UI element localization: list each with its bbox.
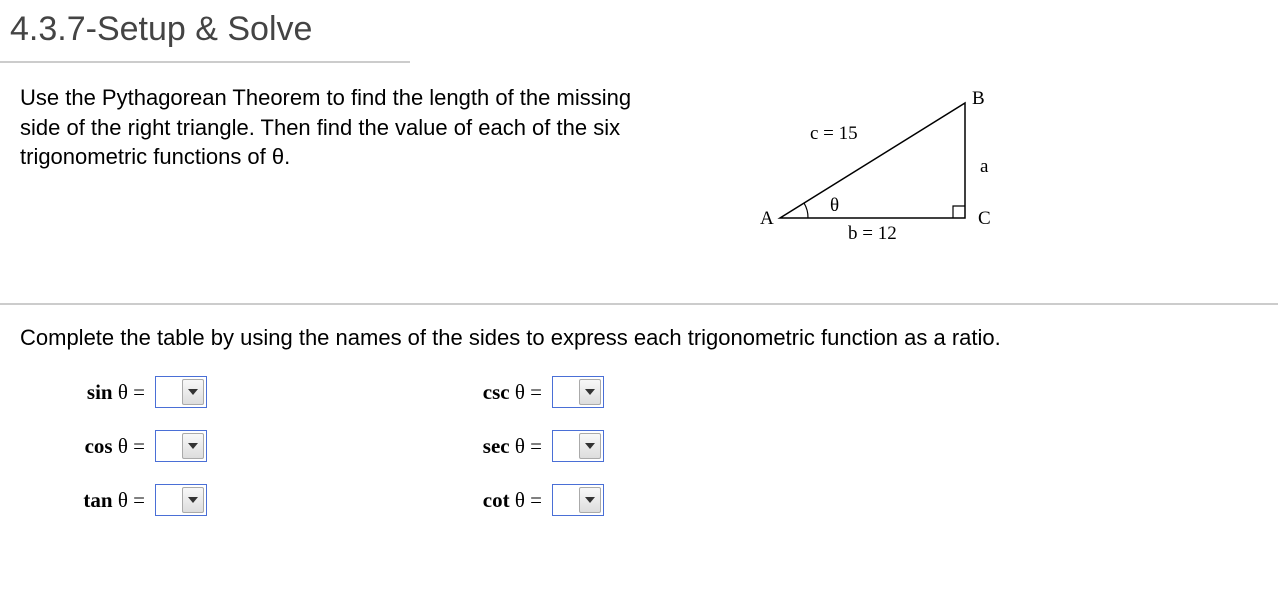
chevron-down-icon: [182, 379, 204, 405]
vertex-B-label: B: [972, 88, 985, 110]
sin-row: sin θ =: [70, 376, 207, 408]
cos-dropdown[interactable]: [155, 430, 207, 462]
triangle-diagram: B A C a b = 12 c = 15 θ: [750, 83, 1030, 263]
chevron-down-icon: [579, 379, 601, 405]
sec-dropdown[interactable]: [552, 430, 604, 462]
chevron-down-icon: [182, 433, 204, 459]
page-title: 4.3.7-Setup & Solve: [0, 0, 410, 63]
chevron-down-icon: [579, 487, 601, 513]
csc-label: csc θ =: [467, 380, 542, 405]
sin-dropdown[interactable]: [155, 376, 207, 408]
side-b-label: b = 12: [848, 223, 897, 245]
divider: [0, 303, 1278, 305]
chevron-down-icon: [182, 487, 204, 513]
problem-area: Use the Pythagorean Theorem to find the …: [0, 63, 1278, 293]
sec-row: sec θ =: [467, 430, 604, 462]
vertex-C-label: C: [978, 208, 991, 230]
chevron-down-icon: [579, 433, 601, 459]
problem-text: Use the Pythagorean Theorem to find the …: [20, 83, 660, 263]
sin-label: sin θ =: [70, 380, 145, 405]
trig-column-left: sin θ = cos θ = tan θ =: [70, 376, 207, 516]
cot-row: cot θ =: [467, 484, 604, 516]
trig-column-right: csc θ = sec θ = cot θ =: [467, 376, 604, 516]
cos-label: cos θ =: [70, 434, 145, 459]
cot-label: cot θ =: [467, 488, 542, 513]
sec-label: sec θ =: [467, 434, 542, 459]
cot-dropdown[interactable]: [552, 484, 604, 516]
side-a-label: a: [980, 156, 988, 178]
trig-table: sin θ = cos θ = tan θ =: [0, 376, 1278, 516]
angle-theta-label: θ: [830, 195, 839, 217]
csc-dropdown[interactable]: [552, 376, 604, 408]
instruction-text: Complete the table by using the names of…: [0, 325, 1278, 376]
csc-row: csc θ =: [467, 376, 604, 408]
tan-row: tan θ =: [70, 484, 207, 516]
side-c-label: c = 15: [810, 123, 858, 145]
tan-dropdown[interactable]: [155, 484, 207, 516]
cos-row: cos θ =: [70, 430, 207, 462]
tan-label: tan θ =: [70, 488, 145, 513]
vertex-A-label: A: [760, 208, 774, 230]
